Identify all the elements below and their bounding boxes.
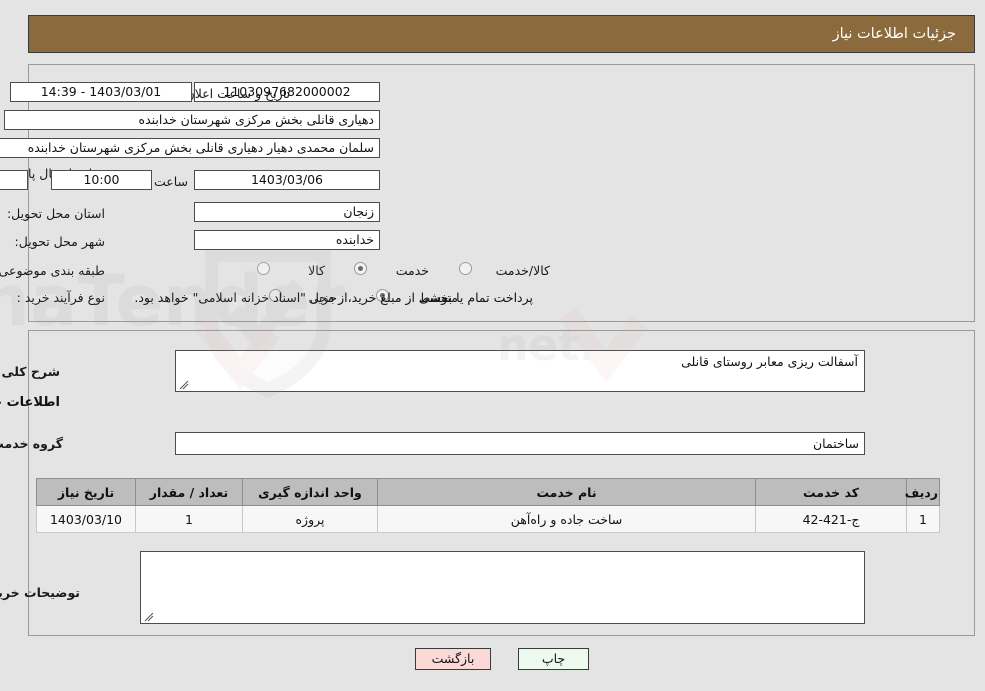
print-button[interactable]: چاپ xyxy=(518,648,589,670)
resize-grip-icon xyxy=(179,380,189,390)
cell-quantity: 1 xyxy=(135,505,243,533)
page-title: جزئیات اطلاعات نیاز xyxy=(832,26,956,42)
deadline-date-value: 1403/03/06 xyxy=(194,170,380,190)
service-group-value: ساختمان xyxy=(175,432,865,455)
public-announce-value: 1403/03/01 - 14:39 xyxy=(10,82,192,102)
buyer-notes-textarea[interactable] xyxy=(140,551,865,624)
cell-service-name: ساخت جاده و راه‌آهن xyxy=(377,505,756,533)
col-service-code: کد خدمت xyxy=(755,478,907,506)
city-value: خدابنده xyxy=(194,230,380,250)
category-label-khedmat: خدمت xyxy=(395,263,429,278)
cell-need-date: 1403/03/10 xyxy=(36,505,136,533)
payment-note: پرداخت تمام یا بخشی از مبلغ خرید،از محل … xyxy=(134,290,533,305)
category-label: طبقه بندی موضوعی: xyxy=(0,263,105,278)
table-header-row: ردیف کد خدمت نام خدمت واحد اندازه گیری ت… xyxy=(36,478,940,506)
category-radio-khedmat[interactable] xyxy=(354,262,367,275)
page-root: AnaTender .net جزئیات اطلاعات نیاز شماره… xyxy=(0,0,985,691)
need-info-panel xyxy=(28,64,975,322)
services-section-title: اطلاعات خدمات مورد نیاز xyxy=(0,395,60,410)
province-label: استان محل تحویل: xyxy=(6,206,105,221)
buyer-org-value: دهیاری قانلی بخش مرکزی شهرستان خدابنده xyxy=(4,110,380,130)
deadline-hour-label: ساعت xyxy=(153,174,188,189)
col-service-name: نام خدمت xyxy=(377,478,756,506)
deadline-time-value: 10:00 xyxy=(51,170,152,190)
col-row-no: ردیف xyxy=(905,478,940,506)
cell-row-no: 1 xyxy=(906,505,940,533)
process-label: نوع فرآیند خرید : xyxy=(16,290,105,305)
service-group-label: گروه خدمت: xyxy=(0,436,63,451)
category-radio-kala[interactable] xyxy=(257,262,270,275)
requester-value: سلمان محمدی دهیار دهیاری قانلی بخش مرکزی… xyxy=(0,138,380,158)
back-button[interactable]: بازگشت xyxy=(415,648,491,670)
deadline-days-value: 4 xyxy=(0,170,28,190)
general-desc-value: آسفالت ریزی معابر روستای قانلی xyxy=(681,354,858,369)
city-label: شهر محل تحویل: xyxy=(14,234,105,249)
col-quantity: تعداد / مقدار xyxy=(135,478,243,506)
col-unit: واحد اندازه گیری xyxy=(242,478,378,506)
general-desc-textarea[interactable]: آسفالت ریزی معابر روستای قانلی xyxy=(175,350,865,392)
buyer-notes-label: توضیحات خریدار: xyxy=(0,585,80,600)
province-value: زنجان xyxy=(194,202,380,222)
services-table: ردیف کد خدمت نام خدمت واحد اندازه گیری ت… xyxy=(36,478,940,533)
page-header-bar: جزئیات اطلاعات نیاز xyxy=(28,15,975,53)
cell-service-code: ج-421-42 xyxy=(755,505,907,533)
general-desc-label: شرح کلی نیاز: xyxy=(0,364,60,379)
col-need-date: تاریخ نیاز xyxy=(36,478,136,506)
resize-grip-icon-2 xyxy=(144,612,154,622)
cell-unit: پروژه xyxy=(242,505,378,533)
category-label-kala-khedmat: کالا/خدمت xyxy=(495,263,550,278)
category-label-kala: کالا xyxy=(308,263,325,278)
category-radio-kala-khedmat[interactable] xyxy=(459,262,472,275)
table-row: 1 ج-421-42 ساخت جاده و راه‌آهن پروژه 1 1… xyxy=(36,505,940,533)
